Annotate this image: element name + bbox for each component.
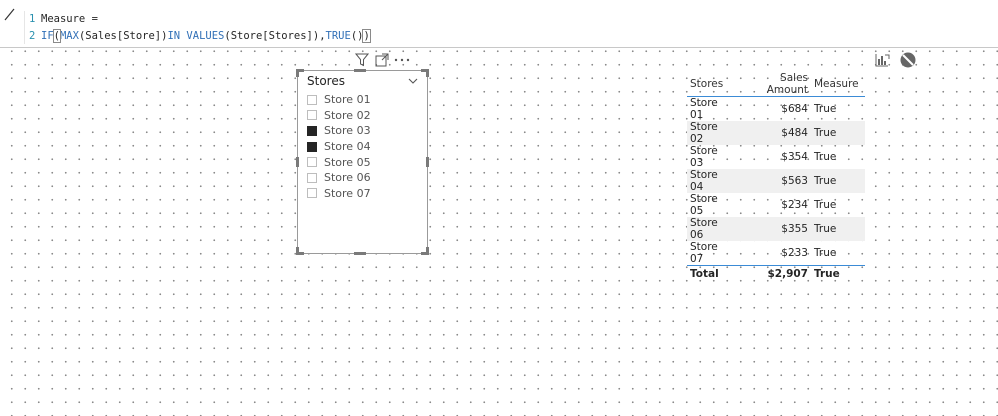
table-cell: $684 (781, 103, 808, 115)
table-cell: True (811, 121, 865, 145)
table-cell: $234 (781, 199, 808, 211)
table-cell: Store 05 (690, 193, 718, 217)
resize-handle[interactable] (426, 157, 429, 167)
line-number: 1 (29, 13, 36, 25)
code-token: ) (362, 28, 371, 43)
code-token: (Store[Stores]), (224, 29, 326, 42)
table-cell: True (814, 247, 837, 259)
slicer-item[interactable]: Store 02 (307, 108, 371, 124)
table-cell: $233 (781, 247, 808, 259)
resize-handle[interactable] (426, 247, 429, 255)
table-header (874, 50, 916, 70)
sales-table[interactable]: Stores Sales Amount Measure Store 01 $68… (687, 72, 865, 283)
slicer-title: Stores (307, 74, 345, 88)
column-header[interactable]: Sales Amount (737, 72, 811, 97)
code-text: Measure = (41, 13, 98, 25)
checkbox[interactable] (307, 188, 317, 199)
resize-handle[interactable] (426, 69, 429, 77)
table-cell: $2,907 (737, 265, 811, 283)
table-cell: Store 04 (687, 169, 737, 193)
code-line-2: 2 IF(MAX(Sales[Store])IN VALUES(Store[Sto… (27, 28, 998, 45)
filter-icon[interactable] (352, 51, 372, 69)
slicer-header (352, 51, 412, 69)
slicer-item[interactable]: Store 01 (307, 92, 371, 108)
slicer-item-label: Store 02 (324, 108, 371, 122)
table-cell: Store 01 (690, 97, 718, 121)
slicer-item[interactable]: Store 04 (307, 139, 371, 155)
table-cell: Total (687, 265, 737, 283)
table-header-row: Stores Sales Amount Measure (687, 72, 865, 97)
formula-bar[interactable]: 1 Measure = 2 IF(MAX(Sales[Store])IN VALUE… (0, 0, 998, 48)
table-row: Store 06 $355 True (687, 217, 865, 241)
chevron-down-icon[interactable] (408, 77, 418, 85)
table-cell: Store 07 (690, 241, 718, 265)
slicer-item[interactable]: Store 03 (307, 123, 371, 139)
code-token: IN VALUES (167, 29, 225, 42)
table-cell: Store 03 (690, 145, 718, 169)
checkbox[interactable] (307, 172, 317, 183)
table-cell: True (814, 151, 837, 163)
code-token: () (350, 29, 364, 42)
dax-editor[interactable]: 1 Measure = 2 IF(MAX(Sales[Store])IN VALUE… (24, 11, 998, 44)
table-cell: True (811, 265, 865, 283)
checkbox[interactable] (307, 94, 317, 105)
blocked-icon[interactable] (900, 52, 916, 68)
slicer-item-label: Store 03 (324, 124, 371, 138)
table-cell: True (811, 169, 865, 193)
drill-chart-icon[interactable] (874, 52, 890, 68)
table-cell: Store 02 (687, 121, 737, 145)
table-cell: True (814, 103, 837, 115)
column-header[interactable]: Stores (687, 72, 737, 97)
slicer-item-label: Store 07 (324, 186, 371, 200)
table-row: Store 05 $234 True (687, 193, 865, 217)
checkbox[interactable] (307, 141, 317, 152)
slicer-item-label: Store 01 (324, 93, 371, 107)
slicer-list: Store 01 Store 02 Store 03 Store 04 Stor… (307, 92, 371, 201)
column-header[interactable]: Measure (811, 72, 865, 97)
code-token: (Sales[Store]) (78, 29, 168, 42)
line-number: 2 (29, 29, 36, 42)
formula-edit-icon[interactable] (2, 6, 18, 22)
code-token: IF (41, 29, 54, 42)
slicer-item-label: Store 04 (324, 140, 371, 154)
table-cell: True (814, 199, 837, 211)
table-row: Store 03 $354 True (687, 145, 865, 169)
resize-handle[interactable] (296, 69, 299, 77)
slicer-item[interactable]: Store 06 (307, 170, 371, 186)
stores-slicer[interactable]: Stores Store 01 Store 02 Store 03 Store … (296, 69, 429, 255)
focus-mode-icon[interactable] (372, 51, 392, 69)
resize-handle[interactable] (354, 252, 366, 255)
code-line-1: 1 Measure = (27, 11, 998, 28)
table-row: Store 02 $484 True (687, 121, 865, 145)
resize-handle[interactable] (296, 157, 299, 167)
slicer-item-label: Store 06 (324, 171, 371, 185)
code-token: MAX (59, 29, 79, 42)
table-total-row: Total $2,907 True (687, 265, 865, 283)
table-cell: $354 (781, 151, 808, 163)
table-cell: $355 (737, 217, 811, 241)
resize-handle[interactable] (354, 69, 366, 72)
table-row: Store 04 $563 True (687, 169, 865, 193)
slicer-item[interactable]: Store 07 (307, 186, 371, 202)
table-cell: $484 (737, 121, 811, 145)
table-row: Store 07 $233 True (687, 241, 865, 266)
resize-handle[interactable] (296, 247, 299, 255)
table-row: Store 01 $684 True (687, 97, 865, 121)
slicer-item[interactable]: Store 05 (307, 154, 371, 170)
table-cell: Store 06 (687, 217, 737, 241)
table-cell: True (811, 217, 865, 241)
checkbox[interactable] (307, 157, 317, 168)
checkbox[interactable] (307, 125, 317, 136)
checkbox[interactable] (307, 110, 317, 121)
code-token: TRUE (325, 29, 351, 42)
slicer-item-label: Store 05 (324, 155, 371, 169)
table-cell: $563 (737, 169, 811, 193)
more-options-icon[interactable] (392, 51, 412, 69)
